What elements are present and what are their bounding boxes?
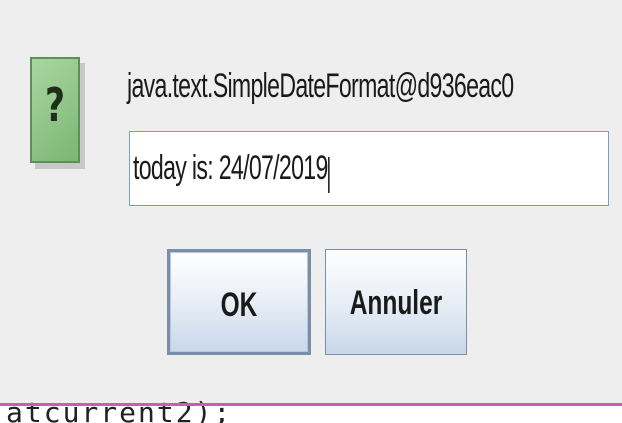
question-mark-glyph: ? bbox=[44, 78, 66, 132]
dialog-message: java.text.SimpleDateFormat@d936eac0 bbox=[127, 67, 514, 105]
background-code-editor: atcurrent2); bbox=[0, 398, 622, 423]
ok-button-label: OK bbox=[220, 286, 258, 324]
editor-separator-line bbox=[0, 403, 622, 406]
text-caret bbox=[328, 156, 330, 193]
ok-button[interactable]: OK bbox=[167, 249, 311, 355]
cancel-button[interactable]: Annuler bbox=[325, 249, 467, 355]
question-icon: ? bbox=[30, 57, 86, 169]
partial-code-line: atcurrent2); bbox=[6, 398, 233, 423]
cancel-button-label: Annuler bbox=[349, 284, 443, 322]
input-dialog: ? java.text.SimpleDateFormat@d936eac0 to… bbox=[0, 0, 622, 403]
dialog-input-field[interactable]: today is: 24/07/2019 bbox=[129, 131, 609, 206]
input-value-wrap[interactable]: today is: 24/07/2019 bbox=[133, 148, 330, 193]
input-value[interactable]: today is: 24/07/2019 bbox=[133, 149, 328, 187]
